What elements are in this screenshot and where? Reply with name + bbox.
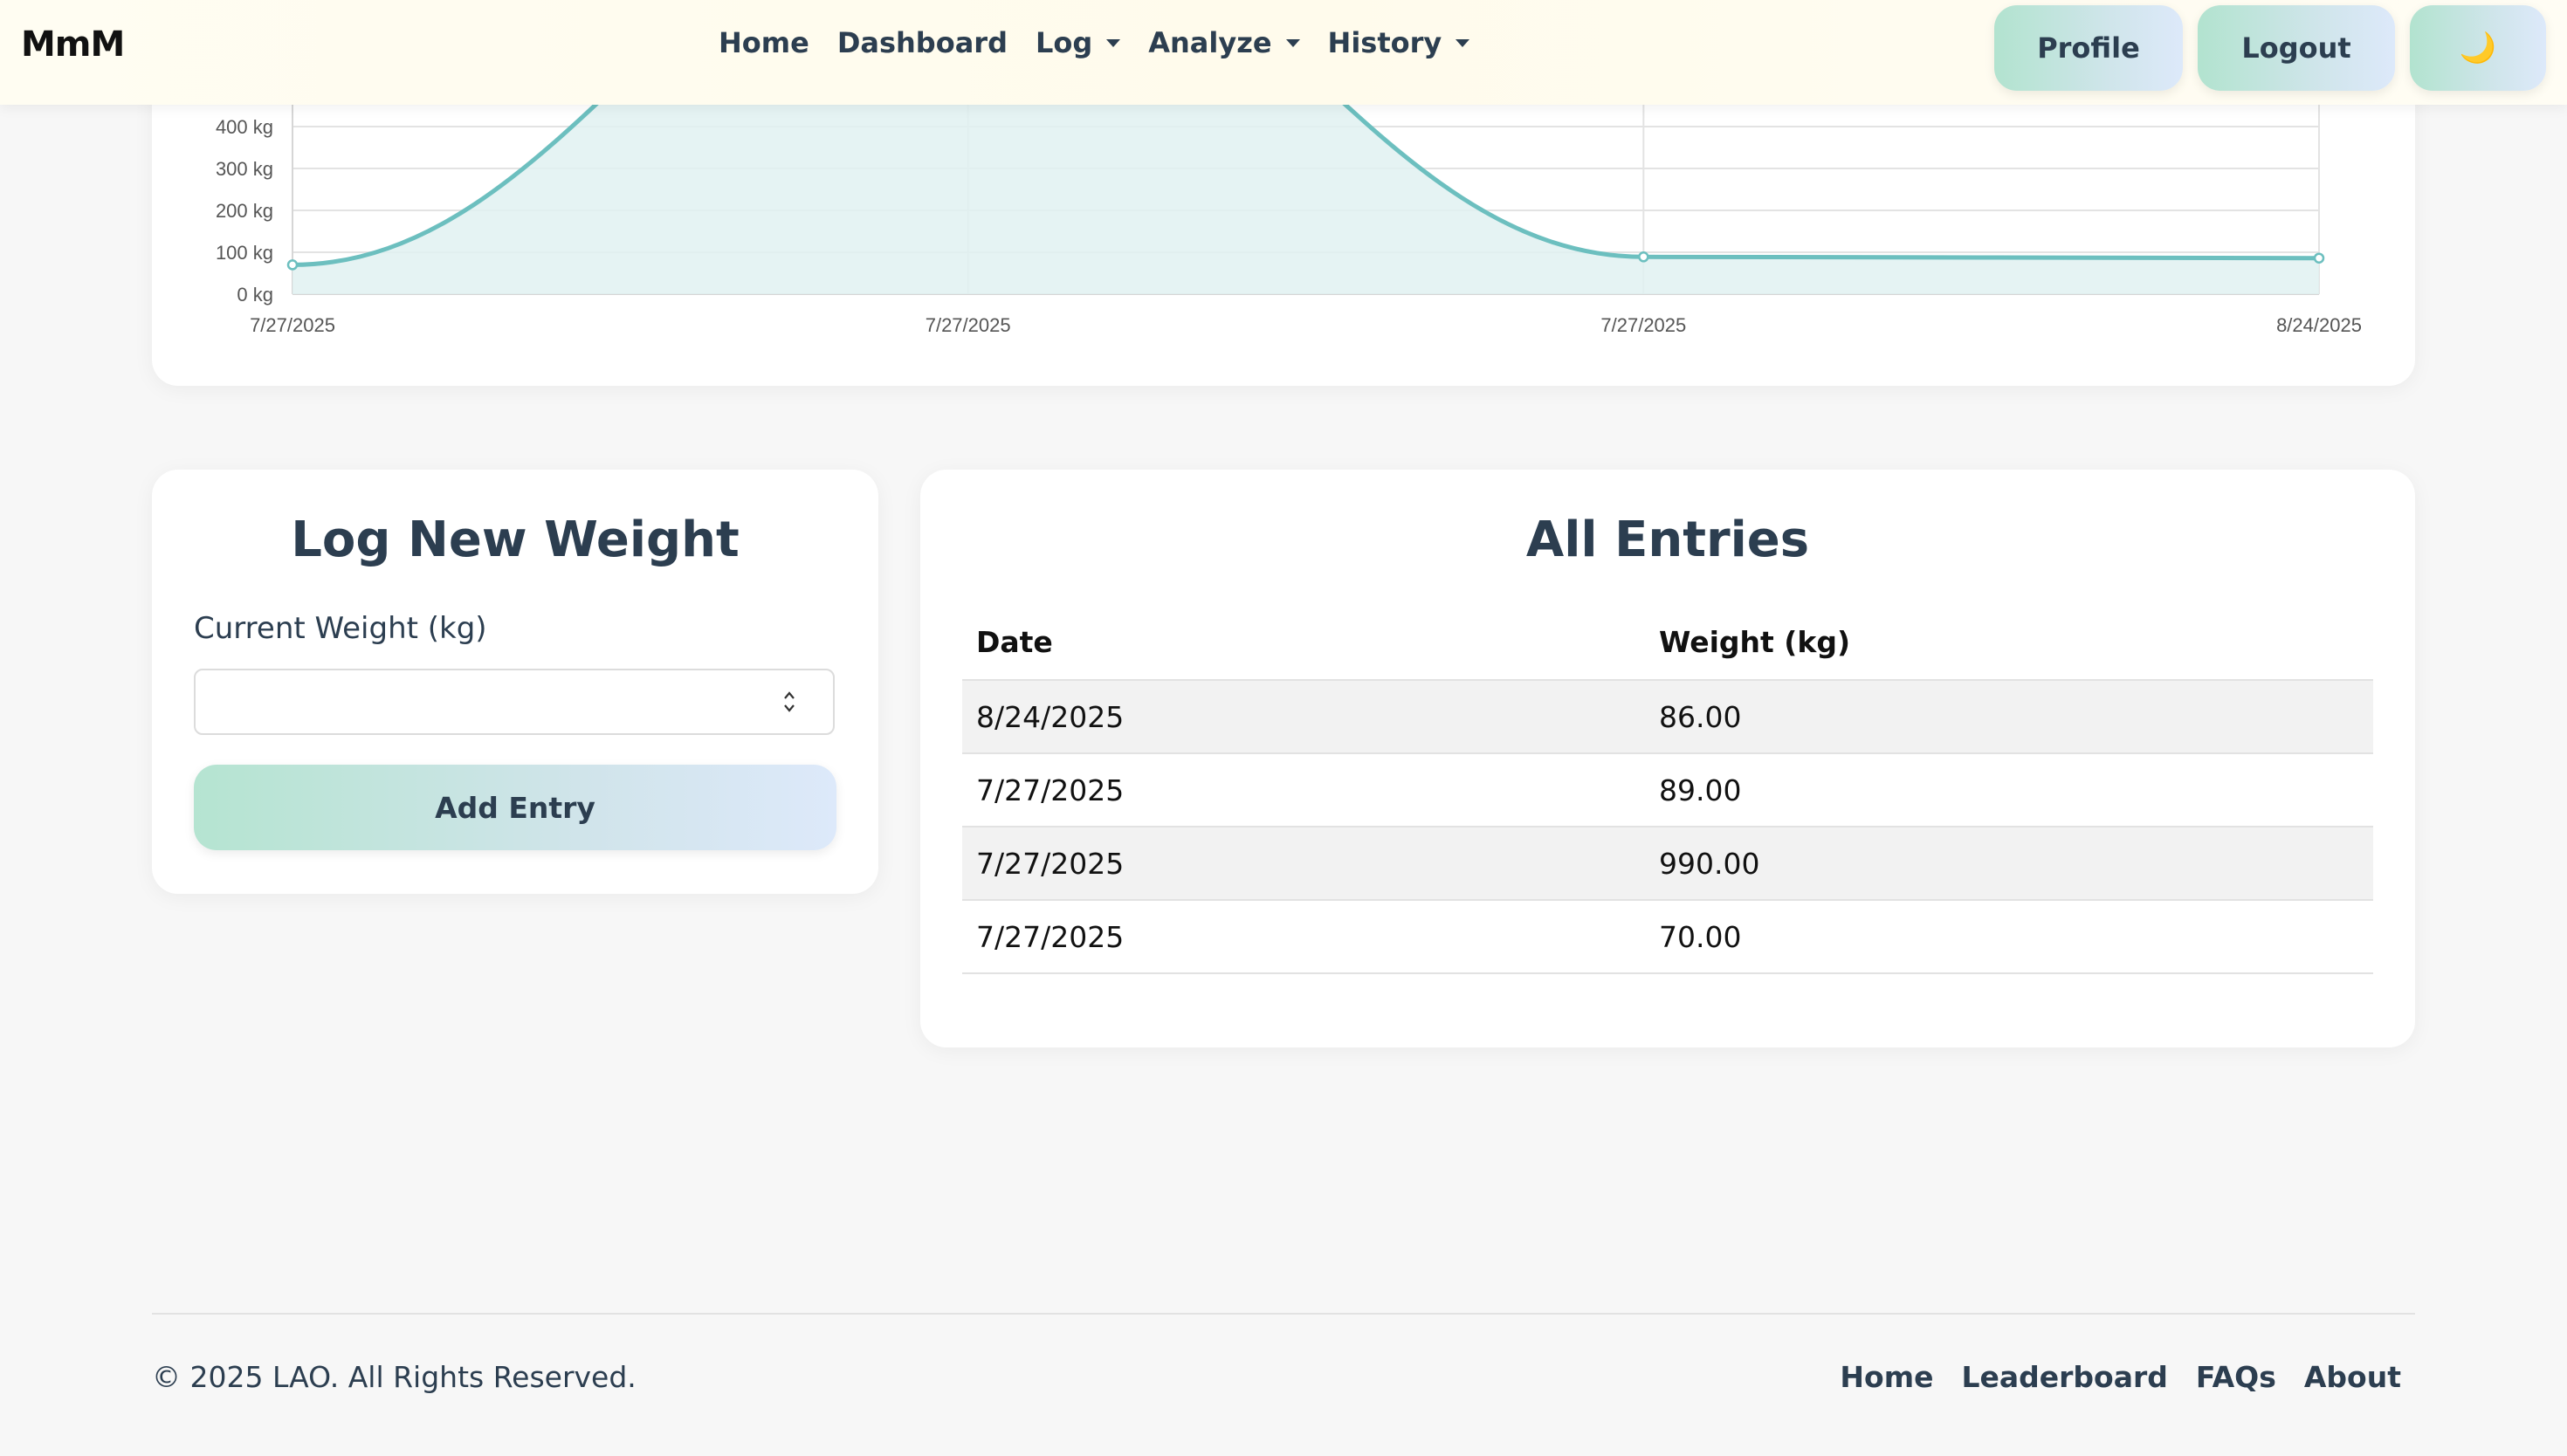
all-entries-title: All Entries <box>1525 512 1810 568</box>
footer-links: Home Leaderboard FAQs About <box>1840 1360 2401 1394</box>
current-weight-input[interactable] <box>194 669 835 735</box>
data-point[interactable] <box>286 259 299 271</box>
current-weight-label: Current Weight (kg) <box>194 611 487 646</box>
column-header-date: Date <box>962 604 1645 681</box>
nav-analyze-label: Analyze <box>1148 26 1272 59</box>
entry-date: 7/27/2025 <box>962 827 1645 901</box>
x-tick-label: 7/27/2025 <box>250 314 335 336</box>
brand-logo[interactable]: MmM <box>21 24 125 65</box>
nav-log-label: Log <box>1035 26 1093 59</box>
x-tick-label: 7/27/2025 <box>1600 314 1686 336</box>
table-row: 7/27/2025 70.00 <box>962 900 2373 974</box>
entries-table: Date Weight (kg) 8/24/2025 86.00 7/27/20… <box>962 604 2373 974</box>
table-header-row: Date Weight (kg) <box>962 604 2373 681</box>
nav-history-label: History <box>1327 26 1442 59</box>
y-tick-label: 200 kg <box>216 200 273 222</box>
y-tick-label: 100 kg <box>216 242 273 264</box>
number-spinner-icon[interactable] <box>782 686 796 718</box>
all-entries-card: All Entries Date Weight (kg) 8/24/2025 8… <box>920 470 2415 1047</box>
nav-analyze-dropdown[interactable]: Analyze <box>1148 26 1300 59</box>
footer-divider <box>152 1313 2415 1315</box>
table-row: 7/27/2025 990.00 <box>962 827 2373 901</box>
log-weight-title: Log New Weight <box>291 512 740 568</box>
nav-dashboard-label: Dashboard <box>836 26 1008 59</box>
footer-link-about[interactable]: About <box>2304 1360 2401 1394</box>
x-tick-label: 7/27/2025 <box>926 314 1011 336</box>
nav-history-dropdown[interactable]: History <box>1328 26 1470 59</box>
entry-date: 8/24/2025 <box>962 680 1645 754</box>
moon-icon: 🌙 <box>2459 31 2497 65</box>
entry-date: 7/27/2025 <box>962 753 1645 828</box>
theme-toggle-button[interactable]: 🌙 <box>2410 5 2546 91</box>
column-header-weight: Weight (kg) <box>1645 604 2373 681</box>
nav-dashboard[interactable]: Dashboard <box>837 26 1008 59</box>
caret-down-icon <box>1456 38 1470 47</box>
nav-log-dropdown[interactable]: Log <box>1035 26 1121 59</box>
nav-home-label: Home <box>719 26 809 59</box>
entry-weight: 86.00 <box>1645 680 2373 754</box>
caret-down-icon <box>1106 38 1121 47</box>
caret-down-icon <box>1285 38 1300 47</box>
y-tick-label: 0 kg <box>237 284 273 306</box>
table-row: 7/27/2025 89.00 <box>962 753 2373 828</box>
data-point[interactable] <box>1638 251 1649 263</box>
logout-button[interactable]: Logout <box>2198 5 2395 91</box>
entry-weight: 70.00 <box>1645 900 2373 974</box>
nav-home[interactable]: Home <box>719 26 809 59</box>
profile-button[interactable]: Profile <box>1994 5 2183 91</box>
footer-link-faqs[interactable]: FAQs <box>2196 1360 2276 1394</box>
footer-link-home[interactable]: Home <box>1840 1360 1933 1394</box>
x-tick-label: 8/24/2025 <box>2276 314 2362 336</box>
y-tick-label: 400 kg <box>216 116 273 138</box>
footer-link-leaderboard[interactable]: Leaderboard <box>1961 1360 2167 1394</box>
table-row: 8/24/2025 86.00 <box>962 680 2373 754</box>
y-tick-label: 300 kg <box>216 158 273 180</box>
entry-weight: 990.00 <box>1645 827 2373 901</box>
add-entry-button[interactable]: Add Entry <box>194 765 836 850</box>
data-point[interactable] <box>2313 252 2325 264</box>
entry-date: 7/27/2025 <box>962 900 1645 974</box>
copyright-text: © 2025 LAO. All Rights Reserved. <box>152 1360 637 1394</box>
nav-links: Home Dashboard Log Analyze History <box>719 26 1470 59</box>
log-weight-card: Log New Weight Current Weight (kg) Add E… <box>152 470 878 894</box>
entry-weight: 89.00 <box>1645 753 2373 828</box>
navbar: MmM Home Dashboard Log Analyze History P… <box>0 0 2567 105</box>
